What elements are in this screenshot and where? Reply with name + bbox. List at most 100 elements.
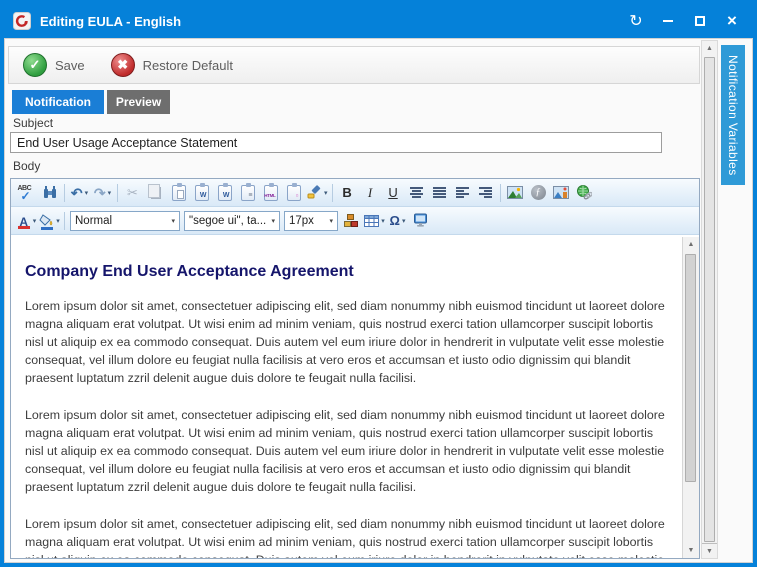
- align-center-icon: [409, 186, 424, 199]
- redo-caret-icon: ▾: [108, 189, 112, 197]
- dialog-scroll-down-icon[interactable]: ▼: [702, 543, 717, 558]
- editor-scrollbar[interactable]: ▲ ▼: [682, 237, 699, 558]
- hyperlink-manager-button[interactable]: [573, 182, 596, 204]
- refresh-icon[interactable]: ↻: [623, 9, 649, 33]
- toolbar-separator: [64, 184, 65, 202]
- table-icon: [364, 215, 379, 227]
- toolbar-separator: [117, 184, 118, 202]
- dialog-window: Editing EULA - English ↻ × ✓ Save ✖ Rest…: [0, 0, 757, 567]
- paste-from-word-no-fonts-button[interactable]: W: [213, 182, 236, 204]
- cut-button[interactable]: ✂: [121, 182, 144, 204]
- font-color-button[interactable]: A ▾: [15, 210, 38, 232]
- cross-glyph: ✖: [117, 57, 128, 73]
- content-paragraph: Lorem ipsum dolor sit amet, consectetuer…: [25, 297, 666, 387]
- restore-default-button[interactable]: ✖ Restore Default: [111, 53, 233, 77]
- font-name-value: "segoe ui", ta...: [189, 215, 266, 227]
- paste-options-icon: ▫: [287, 185, 301, 201]
- copy-button[interactable]: [144, 182, 167, 204]
- italic-button[interactable]: I: [359, 182, 382, 204]
- restore-default-label: Restore Default: [143, 58, 233, 73]
- paste-from-word-button[interactable]: W: [190, 182, 213, 204]
- underline-button[interactable]: U: [382, 182, 405, 204]
- justify-button[interactable]: [428, 182, 451, 204]
- redo-button[interactable]: ↷ ▾: [91, 182, 114, 204]
- background-color-button[interactable]: ▾: [38, 210, 61, 232]
- find-replace-button[interactable]: [38, 182, 61, 204]
- flash-letter: ƒ: [536, 187, 541, 198]
- paragraph-style-value: Normal: [75, 215, 112, 227]
- scroll-up-icon[interactable]: ▲: [683, 237, 699, 252]
- tab-preview[interactable]: Preview: [107, 90, 170, 114]
- font-size-dropdown[interactable]: 17px ▾: [284, 211, 338, 231]
- document-manager-button[interactable]: [409, 210, 432, 232]
- block-yellow: [344, 221, 351, 227]
- paste-from-word-icon: W: [195, 185, 209, 201]
- format-stripper-caret-icon: ▾: [324, 189, 328, 197]
- font-name-dropdown[interactable]: "segoe ui", ta... ▾: [184, 211, 280, 231]
- apply-css-class-button[interactable]: [340, 210, 363, 232]
- insert-symbol-button[interactable]: Ω ▾: [386, 210, 409, 232]
- editor-content[interactable]: Company End User Acceptance Agreement Lo…: [11, 237, 682, 558]
- block-orange: [347, 214, 354, 220]
- spellcheck-icon: ABC ✓: [18, 185, 36, 201]
- word-letter: W: [223, 192, 230, 199]
- dialog-content: ✓ Save ✖ Restore Default Notification Pr…: [4, 38, 753, 563]
- content-paragraph: Lorem ipsum dolor sit amet, consectetuer…: [25, 406, 666, 496]
- undo-button[interactable]: ↶ ▾: [68, 182, 91, 204]
- flash-manager-button[interactable]: ƒ: [527, 182, 550, 204]
- format-stripper-icon: [306, 185, 322, 200]
- background-color-bar: [41, 227, 53, 230]
- paragraph-style-dropdown[interactable]: Normal ▾: [70, 211, 180, 231]
- image-manager-button[interactable]: [504, 182, 527, 204]
- italic-icon: I: [368, 185, 372, 201]
- close-icon[interactable]: ×: [719, 9, 745, 33]
- editor-scrollbar-thumb[interactable]: [685, 254, 696, 482]
- align-right-button[interactable]: [474, 182, 497, 204]
- insert-table-button[interactable]: ▾: [363, 210, 386, 232]
- dialog-scrollbar[interactable]: ▲ ▼: [701, 40, 718, 559]
- body-label: Body: [13, 159, 40, 173]
- paste-button[interactable]: [167, 182, 190, 204]
- toolbar-separator: [64, 212, 65, 230]
- format-stripper-button[interactable]: ▾: [305, 182, 329, 204]
- save-button[interactable]: ✓ Save: [23, 53, 85, 77]
- titlebar: Editing EULA - English ↻ ×: [4, 4, 753, 38]
- notification-variables-tab[interactable]: Notification Variables: [721, 45, 745, 185]
- restore-x-icon: ✖: [111, 53, 135, 77]
- html-letters: HTML: [264, 192, 275, 199]
- paste-html-button[interactable]: HTML: [259, 182, 282, 204]
- flash-icon: ƒ: [531, 185, 546, 200]
- undo-icon: ↶: [71, 186, 83, 200]
- paste-plain-text-button[interactable]: ≡: [236, 182, 259, 204]
- subject-label: Subject: [13, 116, 53, 130]
- justify-icon: [432, 186, 447, 199]
- dialog-scrollbar-thumb[interactable]: [704, 57, 715, 542]
- subject-input[interactable]: [10, 132, 662, 153]
- font-color-icon: A: [17, 213, 31, 229]
- editor-toolbar-row-2: A ▾ ▾ Normal ▾: [11, 207, 699, 235]
- scroll-down-icon[interactable]: ▼: [683, 543, 699, 558]
- spell-check-glyph: ✓: [21, 189, 31, 203]
- dropdown-caret-icon: ▾: [267, 217, 275, 225]
- app-logo-icon: [12, 11, 32, 31]
- paste-options-button[interactable]: ▫: [282, 182, 305, 204]
- css-class-blocks-icon: [344, 214, 359, 228]
- minimize-icon[interactable]: [655, 9, 681, 33]
- save-check-icon: ✓: [23, 53, 47, 77]
- align-left-button[interactable]: [451, 182, 474, 204]
- font-color-caret-icon: ▾: [33, 217, 37, 225]
- dialog-scroll-up-icon[interactable]: ▲: [702, 41, 717, 56]
- media-manager-button[interactable]: [550, 182, 573, 204]
- paste-from-word-no-fonts-icon: W: [218, 185, 232, 201]
- rich-text-editor: ABC ✓ ↶ ▾: [10, 178, 700, 559]
- bold-button[interactable]: B: [336, 182, 359, 204]
- check-glyph: ✓: [30, 57, 41, 73]
- link-globe-icon: [576, 185, 592, 200]
- maximize-icon[interactable]: [687, 9, 713, 33]
- align-center-button[interactable]: [405, 182, 428, 204]
- tab-notification[interactable]: Notification: [12, 90, 104, 114]
- monitor-icon: [413, 213, 428, 228]
- paste-page: [177, 190, 184, 199]
- spellcheck-button[interactable]: ABC ✓: [15, 182, 38, 204]
- content-heading: Company End User Acceptance Agreement: [25, 263, 666, 281]
